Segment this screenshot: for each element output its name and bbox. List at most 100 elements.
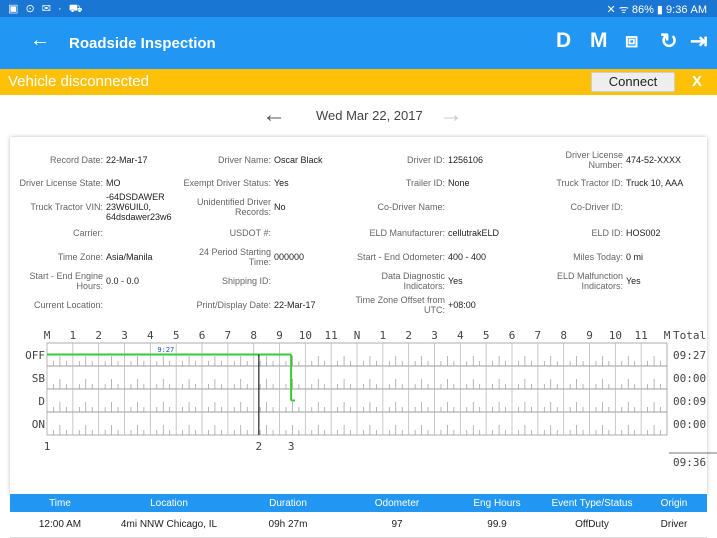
info-value: Asia/Manila [106,252,153,262]
info-row: Start - End Engine Hours: 0.0 - 0.0 Shippi… [10,269,707,293]
next-day-arrow-icon[interactable]: → [439,101,463,129]
d-button[interactable]: D [556,29,571,53]
info-value: +08:00 [448,300,476,310]
close-banner-button[interactable]: X [692,73,702,90]
info-field: USDOT #: [178,221,348,245]
info-row: Carrier: USDOT #: ELD Manufacturer: cellutr… [10,221,707,245]
info-value: MO [106,178,121,188]
inspect-icon[interactable]: ⧈ [625,29,638,53]
hour-label: 4 [457,329,464,342]
connect-button[interactable]: Connect [591,72,675,92]
date-navigator: ← Wed Mar 22, 2017 → [0,95,717,137]
info-value: Yes [274,178,289,188]
m-button[interactable]: M [590,29,608,53]
column-header[interactable]: Origin [644,494,704,512]
info-label: Time Zone Offset from UTC: [355,295,445,315]
info-label: Driver Name: [217,155,271,165]
hour-label: 6 [509,329,516,342]
hour-label: 5 [173,329,180,342]
info-field: Unidentified Driver Records: No [178,195,348,219]
info-field: Start - End Engine Hours: 0.0 - 0.0 [10,269,180,293]
info-label: ELD Malfunction Indicators: [556,271,623,291]
info-label: ELD ID: [591,228,623,238]
info-row: Current Location: Print/Display Date: 22-M… [10,293,707,317]
info-label: Carrier: [72,228,103,238]
info-label: Driver ID: [407,155,445,165]
event-marker-number: 3 [288,440,295,453]
table-cell: 97 [391,519,403,530]
info-label: Truck Tractor VIN: [30,202,103,212]
column-header[interactable]: Eng Hours [452,494,542,512]
info-field: 24 Period Starting Time: 000000 [178,245,348,269]
column-header[interactable]: Time [15,494,105,512]
info-field: Co-Driver Name: [352,195,522,219]
log-graph: M 1 2 3 4 5 6 7 8 9 10 11 N 1 2 3 4 5 6 7 8 9 10 11 M TotalOFF 09:… [25,329,717,469]
column-header[interactable]: Duration [243,494,333,512]
info-label: Time Zone: [57,252,103,262]
hour-label: 7 [225,329,232,342]
info-field: Exempt Driver Status: Yes [178,171,348,195]
logout-icon[interactable]: ⇥ [690,29,708,54]
total-header: Total [673,329,706,342]
info-value: cellutrakELD [448,228,500,238]
info-value: 0.0 - 0.0 [106,276,140,286]
info-label: Start - End Engine Hours: [29,271,103,291]
info-label: Miles Today: [573,252,623,262]
status-row-label: SB [32,372,46,385]
refresh-icon[interactable]: ↻ [660,29,678,54]
hour-label: 11 [635,329,648,342]
column-header[interactable]: Odometer [352,494,442,512]
info-label: USDOT #: [229,228,271,238]
status-row-label: OFF [25,349,45,362]
events-table-header: Time Location Duration Odometer Eng Hours Eve… [10,494,707,512]
hour-label: N [354,329,361,342]
hour-label: 7 [535,329,542,342]
table-row[interactable]: 12:00 AM 4mi NNW Chicago, IL 09h 27m 97 99.9… [10,512,707,538]
info-value: 22-Mar-17 [274,300,316,310]
status-row-total: 09:27 [673,349,706,362]
status-row-label: D [38,395,45,408]
column-header[interactable]: Event Type/Status [537,494,647,512]
info-label: ELD Manufacturer: [369,228,445,238]
info-label: Co-Driver Name: [377,202,445,212]
info-field: Time Zone: Asia/Manila [10,245,180,269]
info-label: Print/Display Date: [196,300,271,310]
info-field [530,293,706,317]
info-value: None [448,178,470,188]
off-duty-marker-time: 9:27 [157,346,174,354]
info-field: Miles Today: 0 mi [530,245,706,269]
inspection-card: Record Date: 22-Mar-17 Driver Name: Oscar B… [10,137,717,494]
info-value: 000000 [274,252,305,262]
info-field: Driver Name: Oscar Black [178,148,348,172]
status-row-total: 00:00 [673,372,706,385]
info-field: ELD Malfunction Indicators: Yes [530,269,706,293]
hour-label: 1 [380,329,387,342]
info-row: Truck Tractor VIN: -64DSDAWER 23W6UIL0, 6… [10,192,707,222]
info-label: Exempt Driver Status: [183,178,271,188]
info-value: Yes [626,276,641,286]
info-field: ELD Manufacturer: cellutrakELD [352,221,522,245]
page-title: Roadside Inspection [69,35,216,52]
hour-label: 9 [586,329,593,342]
info-field: Start - End Odometer: 400 - 400 [352,245,522,269]
info-label: Record Date: [49,155,103,165]
grand-total: 09:36 [673,456,706,469]
previous-day-arrow-icon[interactable]: ← [262,101,286,129]
info-value: 1256106 [448,155,484,165]
hour-label: 5 [483,329,490,342]
info-label: Driver License State: [19,178,103,188]
info-row: Record Date: 22-Mar-17 Driver Name: Oscar B… [10,148,707,172]
banner-message: Vehicle disconnected [8,73,149,90]
hour-label: 3 [431,329,438,342]
hour-label: 10 [609,329,622,342]
info-field: Truck Tractor ID: Truck 10, AAA [530,171,706,195]
info-field: Shipping ID: [178,269,348,293]
info-field: Driver ID: 1256106 [352,148,522,172]
info-value: Yes [448,276,463,286]
info-value: 0 mi [626,252,644,262]
info-value: 400 - 400 [448,252,487,262]
header-info: Record Date: 22-Mar-17 Driver Name: Oscar B… [10,137,707,327]
back-arrow-icon[interactable]: ← [30,29,50,52]
column-header[interactable]: Location [104,494,234,512]
info-label: Trailer ID: [405,178,445,188]
